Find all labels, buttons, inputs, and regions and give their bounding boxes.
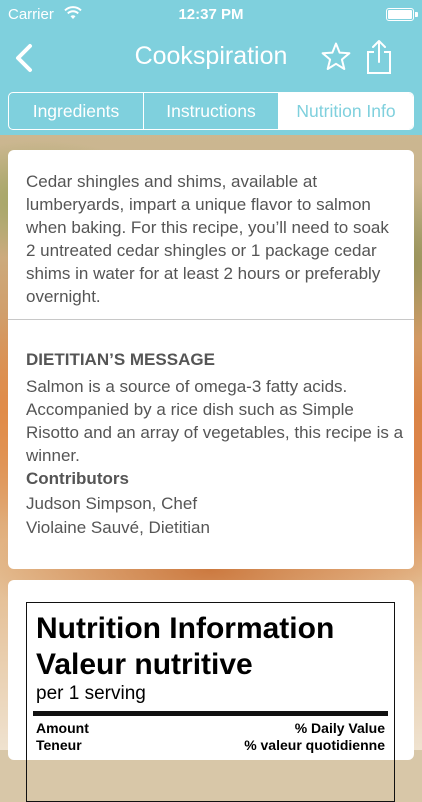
dietitian-message-title: DIETITIAN’S MESSAGE <box>26 350 215 369</box>
tab-nutrition-info[interactable]: Nutrition Info <box>278 93 413 129</box>
nutrition-title-en: Nutrition Information <box>36 612 335 645</box>
clock: 12:37 PM <box>178 6 244 23</box>
page-title: Cookspiration <box>134 42 288 70</box>
contributors-title: Contributors <box>26 469 129 488</box>
recipe-notes-card: Cedar shingles and shims, available at l… <box>8 150 414 569</box>
contributor-dietitian: Violaine Sauvé, Dietitian <box>26 518 210 537</box>
nutrition-title-fr: Valeur nutritive <box>36 648 253 681</box>
divider <box>8 319 414 320</box>
contributor-chef: Judson Simpson, Chef <box>26 494 198 513</box>
recipe-intro-text: Cedar shingles and shims, available at l… <box>26 172 389 306</box>
nutrition-card: Nutrition Information Valeur nutritive p… <box>8 580 414 802</box>
battery-icon <box>386 8 414 21</box>
daily-value-label-en: % Daily Value <box>294 720 385 736</box>
amount-label-fr: Teneur <box>36 737 82 753</box>
thick-rule <box>33 711 388 716</box>
dietitian-message-body: Salmon is a source of omega-3 fatty acid… <box>26 377 404 465</box>
battery-tip <box>415 12 418 17</box>
tab-ingredients[interactable]: Ingredients <box>9 93 143 129</box>
status-bar: Carrier 12:37 PM <box>0 0 422 30</box>
nutrition-title: Nutrition Information Valeur nutritive <box>36 611 334 683</box>
nutrition-facts-table: Nutrition Information Valeur nutritive p… <box>26 602 395 802</box>
header: Carrier 12:37 PM Cookspiration Ingredien… <box>0 0 422 135</box>
serving-size: per 1 serving <box>36 683 146 704</box>
tab-segmented-control: Ingredients Instructions Nutrition Info <box>8 92 414 130</box>
daily-value-label-fr: % valeur quotidienne <box>244 737 385 753</box>
amount-label-en: Amount <box>36 720 89 736</box>
tab-instructions[interactable]: Instructions <box>143 93 278 129</box>
favorite-star-icon[interactable] <box>320 41 352 73</box>
share-icon[interactable] <box>363 38 395 76</box>
nav-bar: Cookspiration <box>0 30 422 85</box>
